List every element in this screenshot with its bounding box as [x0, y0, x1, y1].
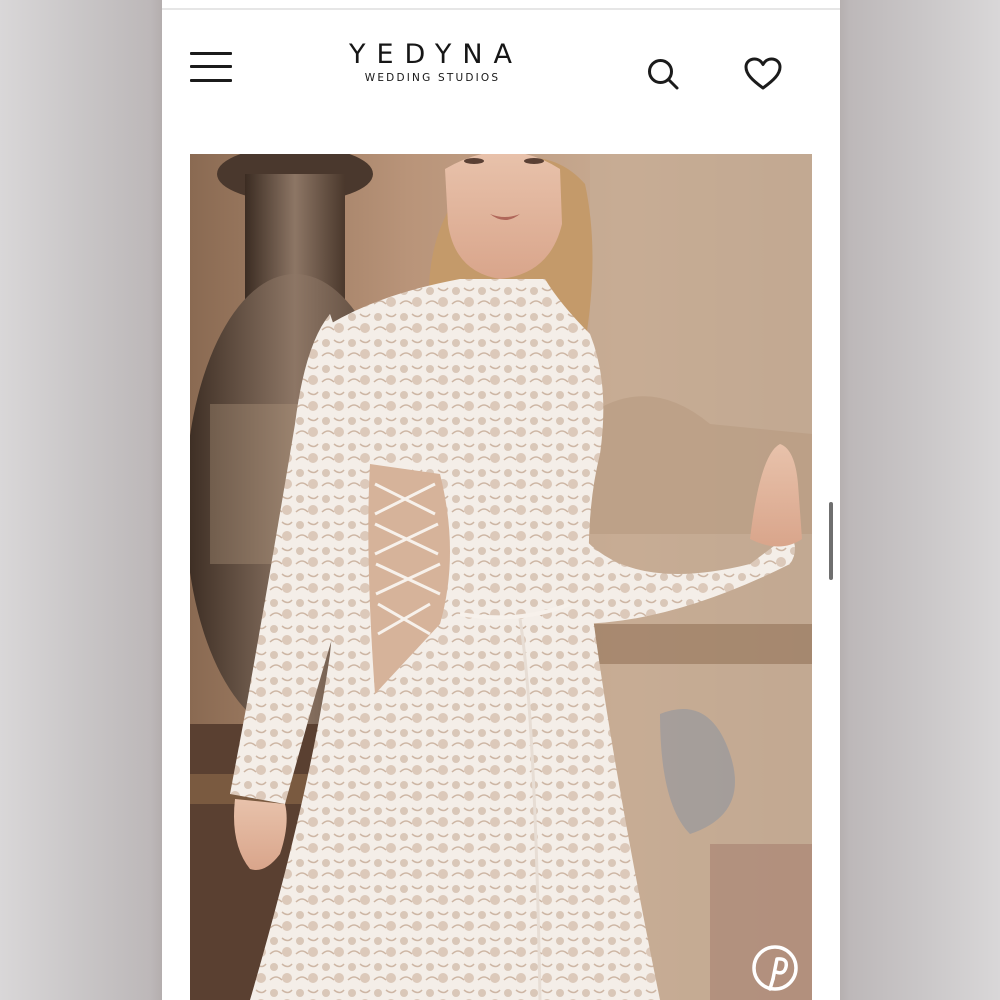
- brand-logo[interactable]: YEDYNA WEDDING STUDIOS: [312, 39, 549, 85]
- site-header: YEDYNA WEDDING STUDIOS: [162, 10, 840, 140]
- pinterest-icon[interactable]: [752, 945, 798, 991]
- scrollbar[interactable]: [829, 502, 833, 580]
- brand-tagline: WEDDING STUDIOS: [364, 72, 501, 84]
- mobile-page: YEDYNA WEDDING STUDIOS: [162, 0, 840, 1000]
- hamburger-menu-icon[interactable]: [190, 50, 232, 84]
- product-photo[interactable]: [190, 154, 812, 1000]
- dress-photo-illustration: [190, 154, 812, 1000]
- brand-name: YEDYNA: [348, 39, 524, 70]
- search-icon[interactable]: [645, 56, 681, 92]
- heart-icon[interactable]: [742, 56, 784, 92]
